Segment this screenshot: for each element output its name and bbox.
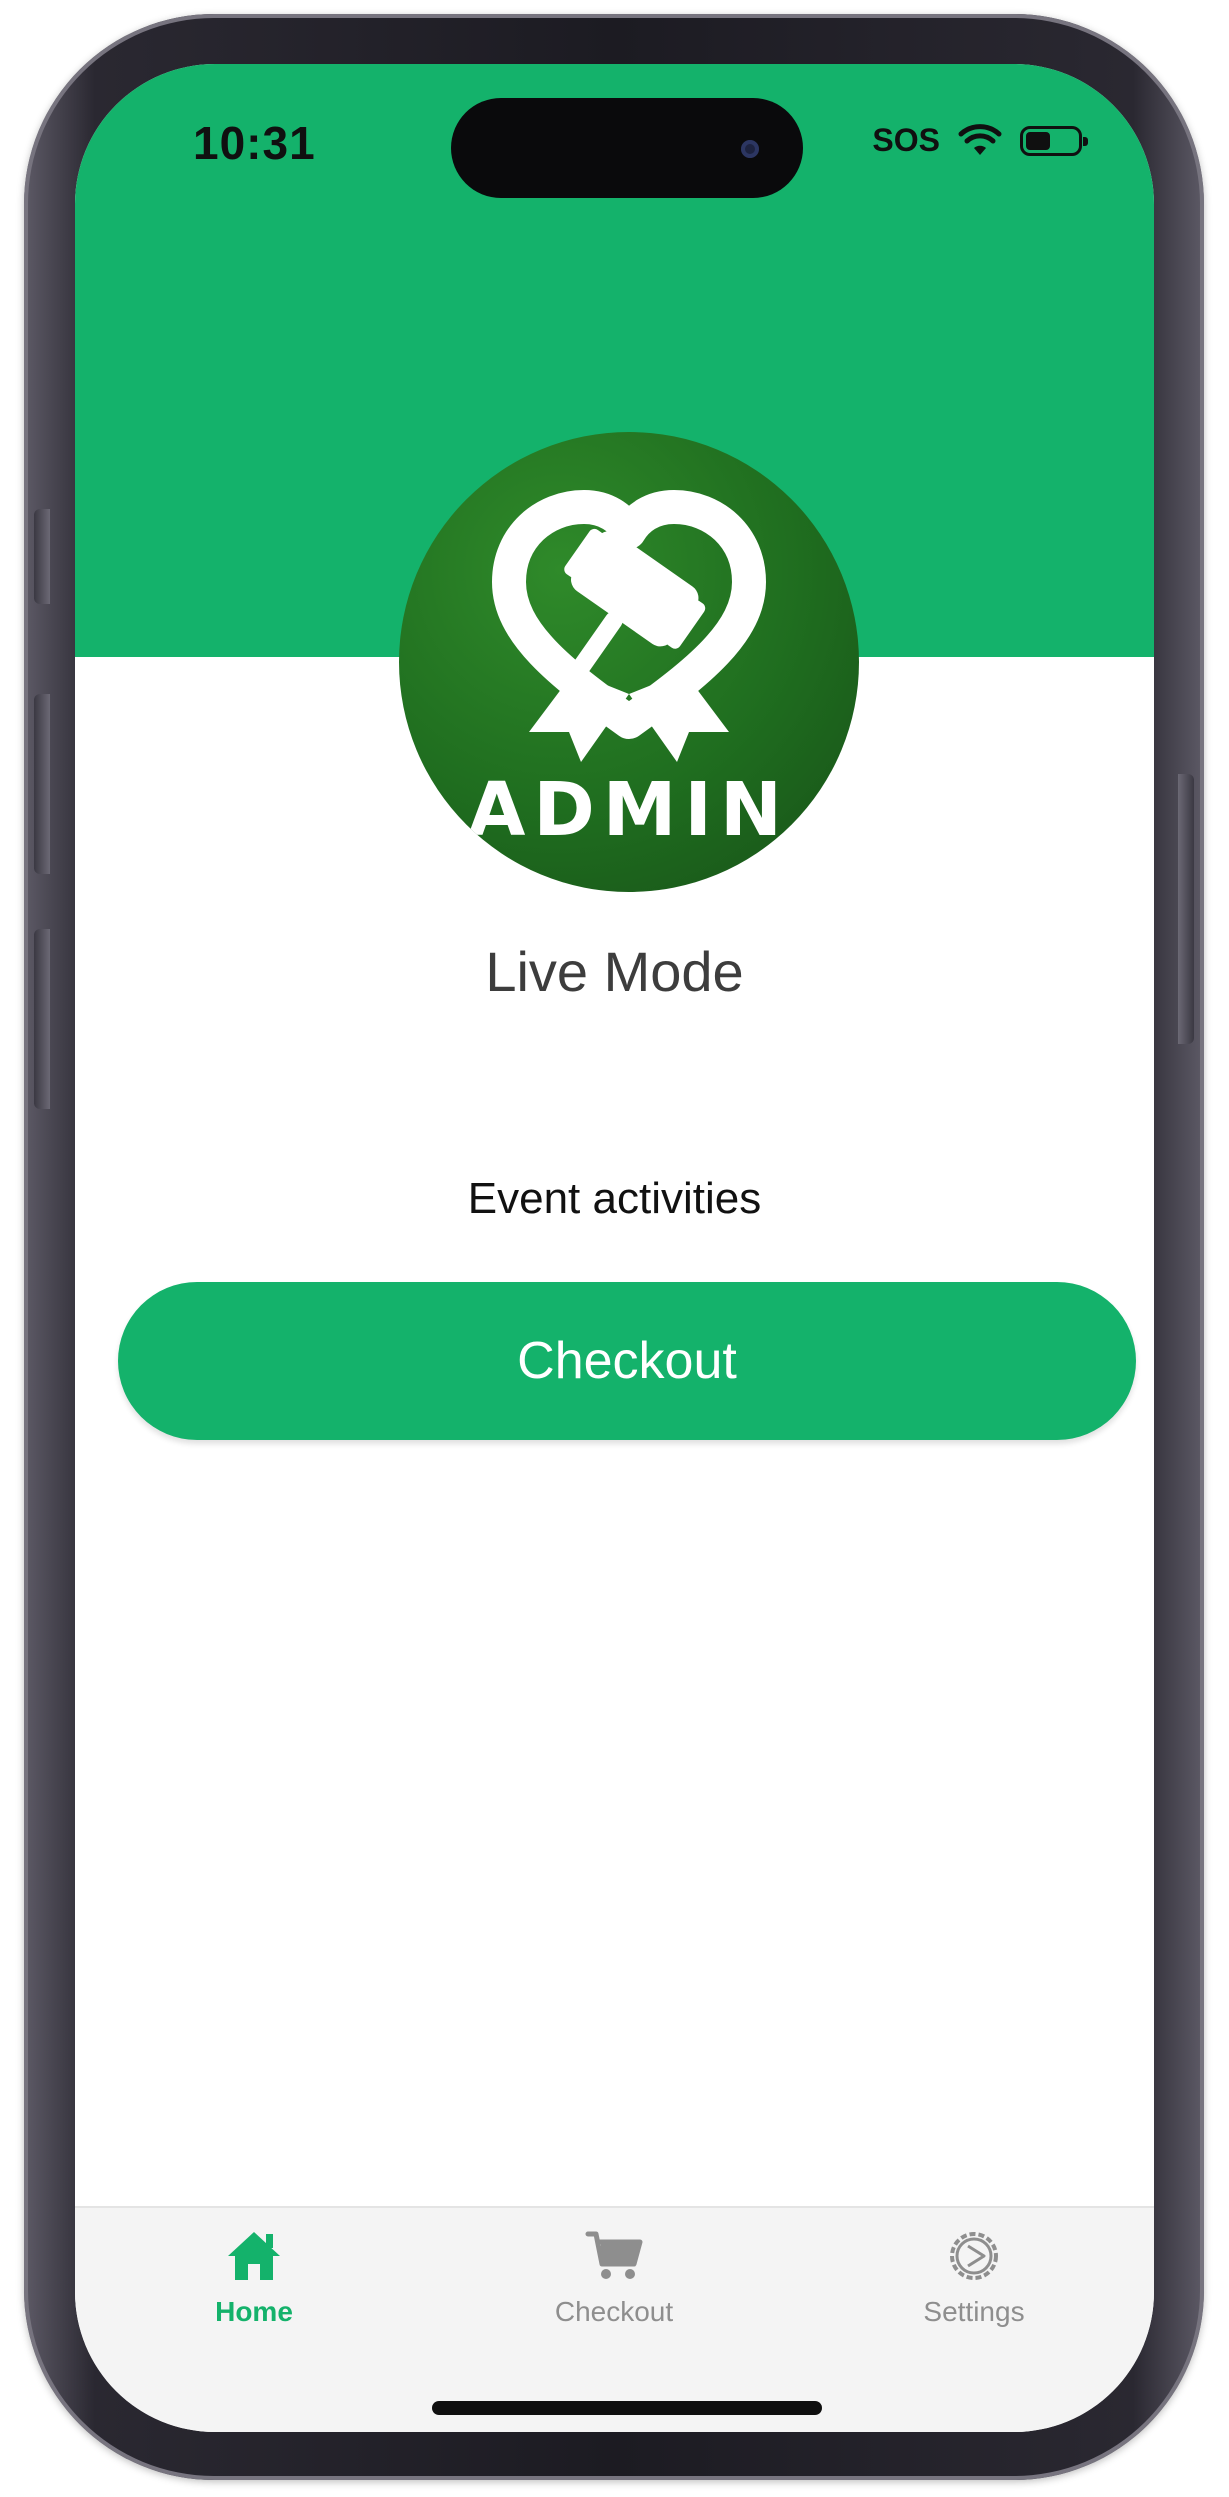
cart-icon bbox=[585, 2231, 643, 2279]
battery-icon bbox=[1020, 125, 1088, 156]
home-icon bbox=[228, 2232, 280, 2280]
mode-label: Live Mode bbox=[485, 940, 744, 1003]
action-button bbox=[34, 509, 50, 604]
tab-bar: Home Checkout Settings bbox=[75, 2206, 1154, 2432]
tab-settings[interactable]: Settings bbox=[864, 2228, 1084, 2368]
logo-text: ADMIN bbox=[468, 767, 790, 853]
app-screen: 10:31 SOS ADMIN Live Mode Event activiti… bbox=[75, 64, 1154, 2432]
admin-logo: ADMIN bbox=[399, 432, 859, 892]
volume-up-button bbox=[34, 694, 50, 874]
sos-indicator: SOS bbox=[872, 122, 940, 158]
tab-home[interactable]: Home bbox=[144, 2228, 364, 2368]
wifi-icon bbox=[958, 123, 1002, 155]
status-indicators: SOS bbox=[872, 122, 1088, 159]
front-camera-icon bbox=[741, 140, 759, 158]
tab-checkout[interactable]: Checkout bbox=[504, 2228, 724, 2368]
volume-down-button bbox=[34, 929, 50, 1109]
checkout-button[interactable]: Checkout bbox=[118, 1282, 1136, 1440]
home-indicator bbox=[432, 2401, 822, 2415]
tab-label-home: Home bbox=[215, 2296, 293, 2327]
status-time: 10:31 bbox=[193, 117, 316, 169]
power-button bbox=[1178, 774, 1194, 1044]
section-label: Event activities bbox=[467, 1174, 762, 1223]
dynamic-island bbox=[451, 98, 803, 198]
tab-label-settings: Settings bbox=[923, 2296, 1025, 2327]
gear-icon bbox=[950, 2232, 998, 2280]
device-mockup: 10:31 SOS ADMIN Live Mode Event activiti… bbox=[0, 0, 1229, 2497]
tab-label-checkout: Checkout bbox=[554, 2296, 674, 2327]
